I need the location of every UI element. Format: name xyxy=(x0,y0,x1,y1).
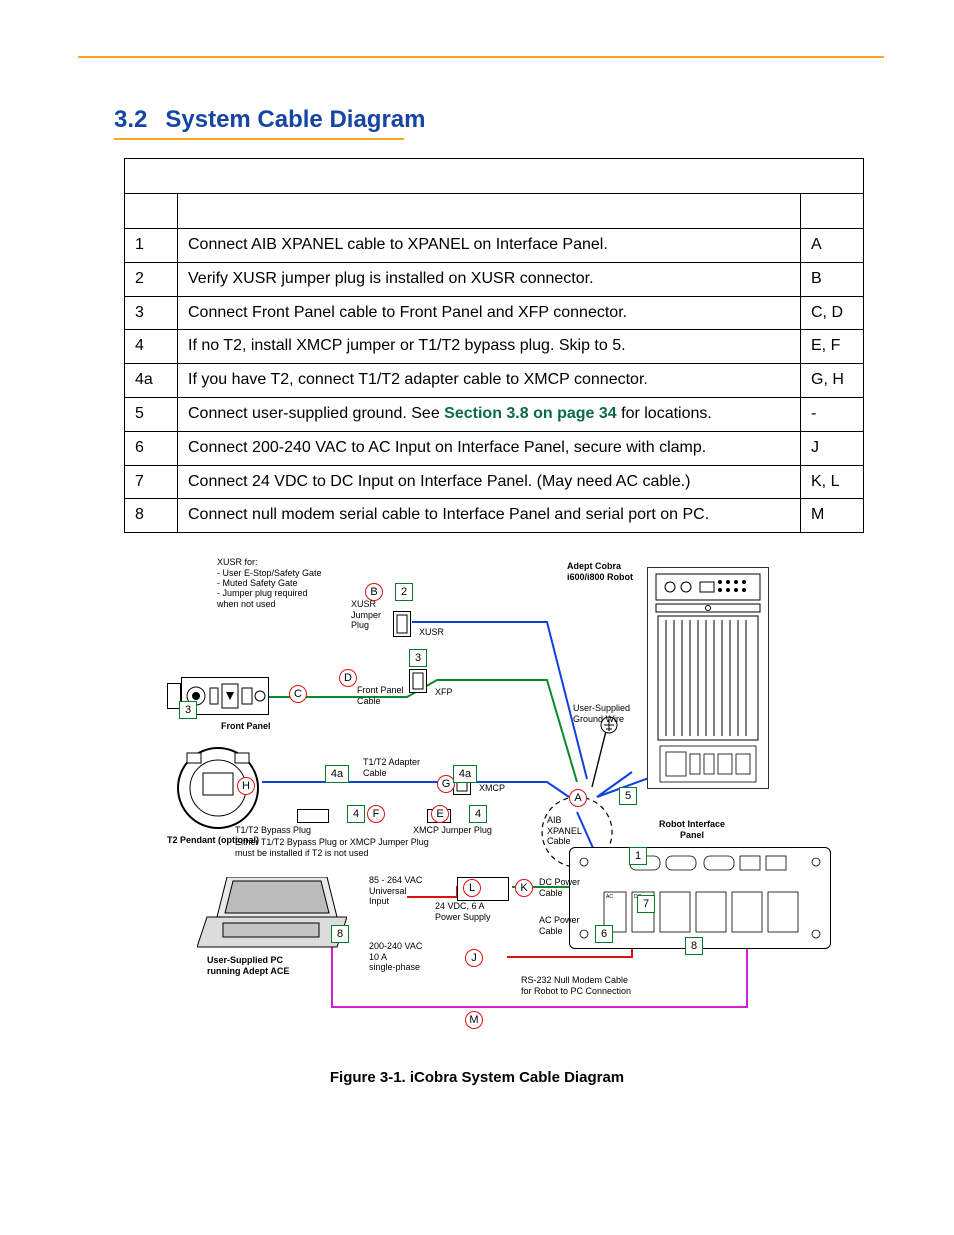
section-title: System Cable Diagram xyxy=(165,106,425,133)
callout-8a: 8 xyxy=(331,925,349,943)
figure-caption: Figure 3-1. iCobra System Cable Diagram xyxy=(90,1069,864,1086)
table-row: 4If no T2, install XMCP jumper or T1/T2 … xyxy=(125,330,864,364)
table-row: 8Connect null modem serial cable to Inte… xyxy=(125,499,864,533)
callout-6: 6 xyxy=(595,925,613,943)
callout-4a-adapter: 4a xyxy=(325,765,349,783)
callout-3a: 3 xyxy=(409,649,427,667)
table-row: 3Connect Front Panel cable to Front Pane… xyxy=(125,296,864,330)
svg-text:AC: AC xyxy=(606,894,613,900)
steps-table: 1Connect AIB XPANEL cable to XPANEL on I… xyxy=(124,158,864,533)
callout-4a-xmcp: 4a xyxy=(453,765,477,783)
callout-1: 1 xyxy=(629,847,647,865)
callout-8b: 8 xyxy=(685,937,703,955)
table-row: 2Verify XUSR jumper plug is installed on… xyxy=(125,262,864,296)
callout-2: 2 xyxy=(395,583,413,601)
callout-3b: 3 xyxy=(179,701,197,719)
callout-4a2: 4 xyxy=(469,805,487,823)
table-row: 1Connect AIB XPANEL cable to XPANEL on I… xyxy=(125,229,864,263)
table-row: 4aIf you have T2, connect T1/T2 adapter … xyxy=(125,364,864,398)
cross-ref-link[interactable]: Section 3.8 on page 34 xyxy=(444,405,617,422)
callout-4a1: 4 xyxy=(347,805,365,823)
system-cable-diagram: AC DC xyxy=(107,557,847,1057)
section-number: 3.2 xyxy=(114,106,147,133)
table-row: 5 Connect user-supplied ground. See Sect… xyxy=(125,397,864,431)
callout-5: 5 xyxy=(619,787,637,805)
table-row: 6Connect 200-240 VAC to AC Input on Inte… xyxy=(125,431,864,465)
callout-7: 7 xyxy=(637,895,655,913)
table-row: 7Connect 24 VDC to DC Input on Interface… xyxy=(125,465,864,499)
section-heading: 3.2 System Cable Diagram xyxy=(114,106,864,134)
